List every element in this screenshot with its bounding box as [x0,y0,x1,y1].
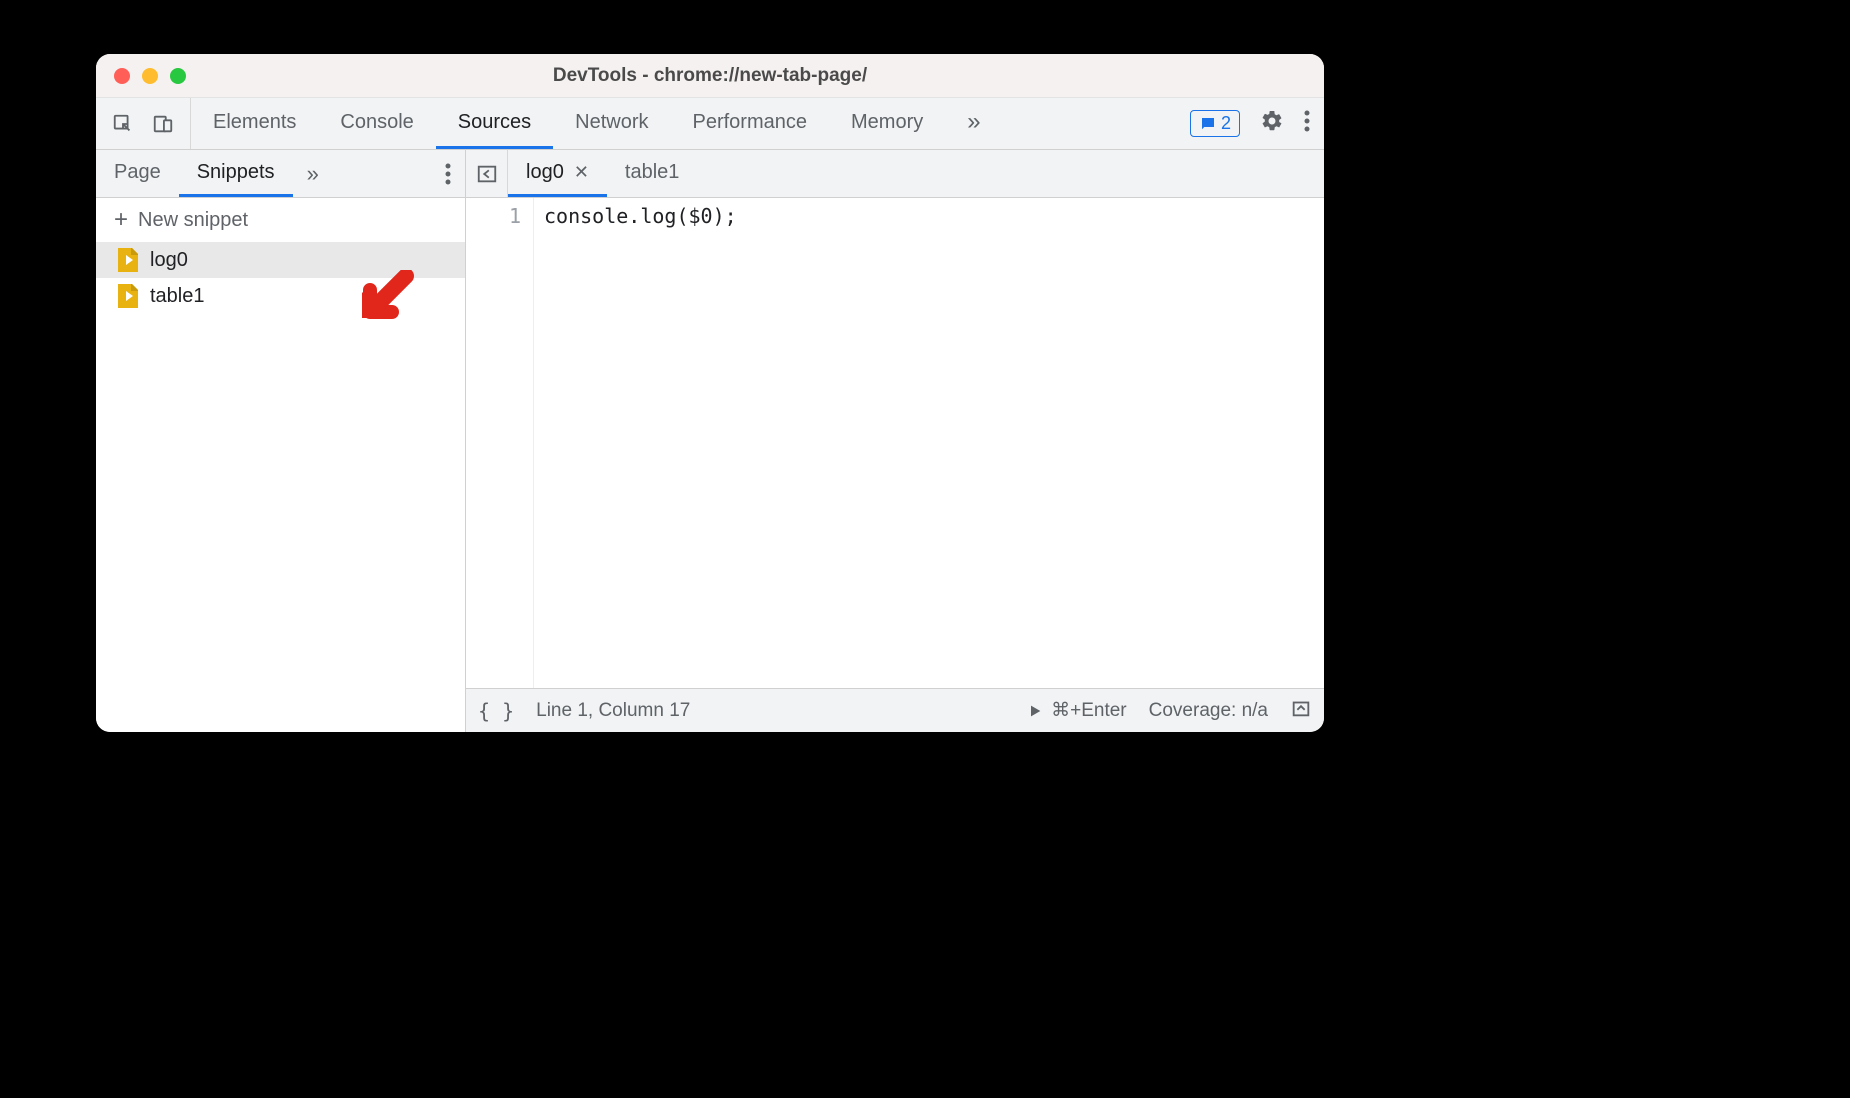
snippet-file-table1[interactable]: table1 [96,278,465,314]
run-shortcut-label: ⌘+Enter [1051,699,1127,722]
editor-tabs: log0 ✕ table1 [466,150,1324,198]
coverage-label: Coverage: n/a [1149,700,1268,722]
close-tab-icon[interactable]: ✕ [574,162,589,183]
chat-icon [1199,115,1217,133]
toolbar-right: 2 [1176,98,1324,149]
more-menu-icon[interactable] [1304,110,1310,138]
navigator-hide-icon[interactable] [466,150,508,197]
navigator-more-icon[interactable] [431,150,465,197]
navigator-tab-snippets[interactable]: Snippets [179,150,293,197]
run-snippet-button[interactable]: ⌘+Enter [1027,699,1127,722]
snippet-file-name: table1 [150,285,205,308]
editor-tab-label: log0 [526,161,564,184]
navigator-tab-page[interactable]: Page [96,150,179,197]
settings-gear-icon[interactable] [1260,109,1284,139]
editor-tab-label: table1 [625,161,680,184]
editor-pane: log0 ✕ table1 1 console.log($0); { } Lin… [466,150,1324,732]
snippet-file-icon [118,248,138,272]
pretty-print-icon[interactable]: { } [478,699,514,723]
minimize-window-button[interactable] [142,68,158,84]
cursor-position: Line 1, Column 17 [536,700,690,722]
play-icon [1027,703,1043,719]
tab-sources[interactable]: Sources [436,98,553,149]
window-title: DevTools - chrome://new-tab-page/ [96,65,1324,87]
editor-tab-table1[interactable]: table1 [607,150,698,197]
issues-badge[interactable]: 2 [1190,110,1240,137]
inspect-element-icon[interactable] [110,111,136,137]
issues-count: 2 [1221,113,1231,134]
new-snippet-button[interactable]: + New snippet [96,198,465,242]
panel-body: Page Snippets » + New snippet log0 [96,150,1324,732]
snippet-file-log0[interactable]: log0 [96,242,465,278]
line-gutter: 1 [466,198,534,688]
traffic-lights [114,68,186,84]
window-titlebar: DevTools - chrome://new-tab-page/ [96,54,1324,98]
editor-statusbar: { } Line 1, Column 17 ⌘+Enter Coverage: … [466,688,1324,732]
panel-tabs: Elements Console Sources Network Perform… [191,98,1176,149]
code-content[interactable]: console.log($0); [534,198,1324,688]
device-toggle-icon[interactable] [150,111,176,137]
code-editor[interactable]: 1 console.log($0); [466,198,1324,688]
zoom-window-button[interactable] [170,68,186,84]
new-snippet-label: New snippet [138,209,248,232]
tab-memory[interactable]: Memory [829,98,945,149]
snippet-file-list: log0 table1 [96,242,465,732]
tab-performance[interactable]: Performance [671,98,830,149]
snippet-file-icon [118,284,138,308]
snippet-file-name: log0 [150,249,188,272]
tab-network[interactable]: Network [553,98,670,149]
devtools-window: DevTools - chrome://new-tab-page/ Elemen… [96,54,1324,732]
tab-console[interactable]: Console [318,98,435,149]
plus-icon: + [114,208,128,232]
navigator-tabs-overflow-icon[interactable]: » [293,150,333,197]
tab-elements[interactable]: Elements [191,98,318,149]
line-number: 1 [472,204,521,228]
tabs-overflow-icon[interactable]: » [945,98,1002,149]
navigator-sidebar: Page Snippets » + New snippet log0 [96,150,466,732]
main-toolbar: Elements Console Sources Network Perform… [96,98,1324,150]
navigator-tabs: Page Snippets » [96,150,465,198]
close-window-button[interactable] [114,68,130,84]
drawer-toggle-icon[interactable] [1290,697,1312,725]
editor-tab-log0[interactable]: log0 ✕ [508,150,607,197]
toolbar-left-icons [96,98,191,149]
